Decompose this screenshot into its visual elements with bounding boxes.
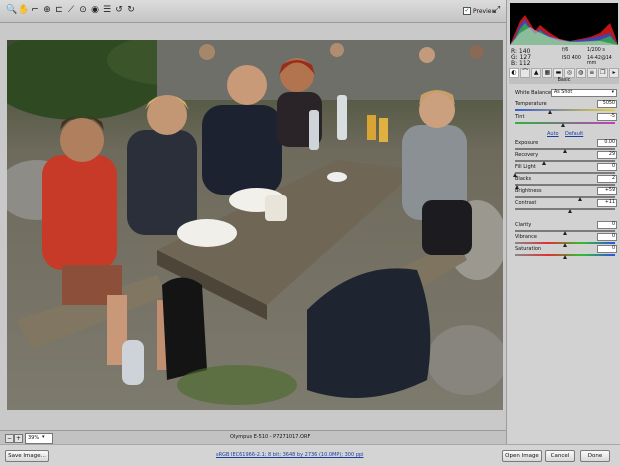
slider-value-field[interactable]: 29 <box>597 151 617 159</box>
slider-thumb[interactable] <box>578 197 582 201</box>
color-sampler-icon[interactable]: ⊕ <box>42 4 52 16</box>
crop-icon[interactable]: ⊏ <box>54 4 64 16</box>
hand-icon[interactable]: ✋ <box>18 4 29 16</box>
tab-presets-icon[interactable]: ≡ <box>586 68 597 78</box>
preferences-icon[interactable]: ☰ <box>102 4 112 16</box>
slider-thumb[interactable] <box>563 255 567 259</box>
slider-thumb[interactable] <box>561 123 565 127</box>
save-image-button[interactable]: Save Image... <box>5 450 49 462</box>
panel-menu-icon[interactable]: ▸ <box>608 68 619 78</box>
panel-tabs: ◐ ⌒ ▲ ▦ ▬ ◎ ◍ ≡ ❐ ▸ <box>509 68 619 78</box>
slider-track[interactable] <box>515 184 615 186</box>
slider-value-field[interactable]: 0 <box>597 163 617 171</box>
white-balance-label: White Balance: <box>515 90 553 96</box>
chevron-down-icon: ▾ <box>42 434 45 440</box>
slider-thumb[interactable] <box>563 231 567 235</box>
slider-label: Tint <box>515 114 525 120</box>
slider-label: Exposure <box>515 140 539 146</box>
toolbar: 🔍 ✋ ⌐ ⊕ ⊏ ⟋ ⊙ ◉ ☰ ↺ ↻ ✓ Preview ⤢ <box>0 0 506 23</box>
image-preview-area[interactable] <box>7 40 503 410</box>
done-button[interactable]: Done <box>580 450 610 462</box>
aperture-value: f/6 <box>562 48 569 53</box>
zoom-out-button[interactable]: − <box>5 434 14 443</box>
rotate-left-icon[interactable]: ↺ <box>114 4 124 16</box>
slider-value-field[interactable]: 5050 <box>597 100 617 108</box>
slider-track[interactable] <box>515 122 615 124</box>
fullscreen-icon[interactable]: ⤢ <box>493 5 500 15</box>
slider-label: Blacks <box>515 176 532 182</box>
tab-hsl-icon[interactable]: ▦ <box>542 68 553 78</box>
slider-label: Temperature <box>515 101 547 107</box>
slider-value-field[interactable]: 2 <box>597 175 617 183</box>
slider-value-field[interactable]: +59 <box>597 187 617 195</box>
slider-value-field[interactable]: -5 <box>597 113 617 121</box>
blue-value: B: 112 <box>511 60 531 67</box>
slider-label: Fill Light <box>515 164 536 170</box>
straighten-icon[interactable]: ⟋ <box>66 4 76 16</box>
iso-value: ISO 400 <box>562 56 581 61</box>
focal-length-value: 14-42@14 mm <box>587 56 612 66</box>
slider-value-field[interactable]: 0.00 <box>597 139 617 147</box>
zoom-icon[interactable]: 🔍 <box>6 4 17 16</box>
tab-split-toning-icon[interactable]: ▬ <box>553 68 564 78</box>
slider-thumb[interactable] <box>548 110 552 114</box>
slider-label: Clarity <box>515 222 532 228</box>
slider-label: Vibrance <box>515 234 537 240</box>
retouch-icon[interactable]: ⊙ <box>78 4 88 16</box>
slider-thumb[interactable] <box>563 243 567 247</box>
slider-track[interactable] <box>515 208 615 210</box>
workflow-options-link[interactable]: sRGB IEC61966-2.1; 8 bit; 3648 by 2736 (… <box>216 452 363 458</box>
auto-button[interactable]: Auto <box>547 131 559 137</box>
adjustments-panel: R: 140 G: 127 B: 112 f/6 1/200 s ISO 400… <box>506 0 620 444</box>
chevron-down-icon: ▾ <box>611 90 614 95</box>
slider-thumb[interactable] <box>563 149 567 153</box>
white-balance-eyedropper-icon[interactable]: ⌐ <box>30 4 40 16</box>
slider-value-field[interactable]: 0 <box>597 233 617 241</box>
preview-checkbox[interactable]: ✓ <box>463 7 471 15</box>
slider-thumb[interactable] <box>542 161 546 165</box>
slider-label: Contrast <box>515 200 537 206</box>
status-strip: − + 39% ▾ Olympus E-510 - P7271017.ORF <box>0 430 506 445</box>
zoom-level-select[interactable]: 39% <box>25 433 53 444</box>
rotate-right-icon[interactable]: ↻ <box>126 4 136 16</box>
red-eye-icon[interactable]: ◉ <box>90 4 100 16</box>
slider-track[interactable] <box>515 109 615 111</box>
tab-basic-icon[interactable]: ◐ <box>509 68 520 78</box>
open-image-button[interactable]: Open Image <box>502 450 542 462</box>
cancel-button[interactable]: Cancel <box>545 450 575 462</box>
shutter-value: 1/200 s <box>587 48 605 53</box>
tab-lens-icon[interactable]: ◎ <box>564 68 575 78</box>
tab-detail-icon[interactable]: ▲ <box>531 68 542 78</box>
slider-thumb[interactable] <box>568 209 572 213</box>
slider-track[interactable] <box>515 196 615 198</box>
slider-value-field[interactable]: 0 <box>597 221 617 229</box>
histogram <box>510 3 618 45</box>
slider-label: Brightness <box>515 188 542 194</box>
slider-value-field[interactable]: +11 <box>597 199 617 207</box>
white-balance-value: As Shot <box>554 90 573 95</box>
file-name: Olympus E-510 - P7271017.ORF <box>230 434 311 440</box>
slider-label: Saturation <box>515 246 542 252</box>
preview-toggle[interactable]: ✓ Preview <box>463 7 496 15</box>
slider-value-field[interactable]: 0 <box>597 245 617 253</box>
white-balance-select[interactable]: As Shot ▾ <box>551 89 617 97</box>
default-button[interactable]: Default <box>565 131 583 137</box>
slider-track[interactable] <box>515 172 615 174</box>
slider-label: Recovery <box>515 152 539 158</box>
tab-snapshots-icon[interactable]: ❐ <box>597 68 608 78</box>
photo-preview <box>7 40 503 410</box>
section-title: Basic <box>509 78 619 84</box>
tab-tone-curve-icon[interactable]: ⌒ <box>520 68 531 78</box>
slider-track[interactable] <box>515 160 615 162</box>
tab-camera-calibration-icon[interactable]: ◍ <box>575 68 586 78</box>
zoom-level-value: 39% <box>28 435 40 441</box>
footer: Save Image... sRGB IEC61966-2.1; 8 bit; … <box>0 444 620 466</box>
zoom-in-button[interactable]: + <box>14 434 23 443</box>
